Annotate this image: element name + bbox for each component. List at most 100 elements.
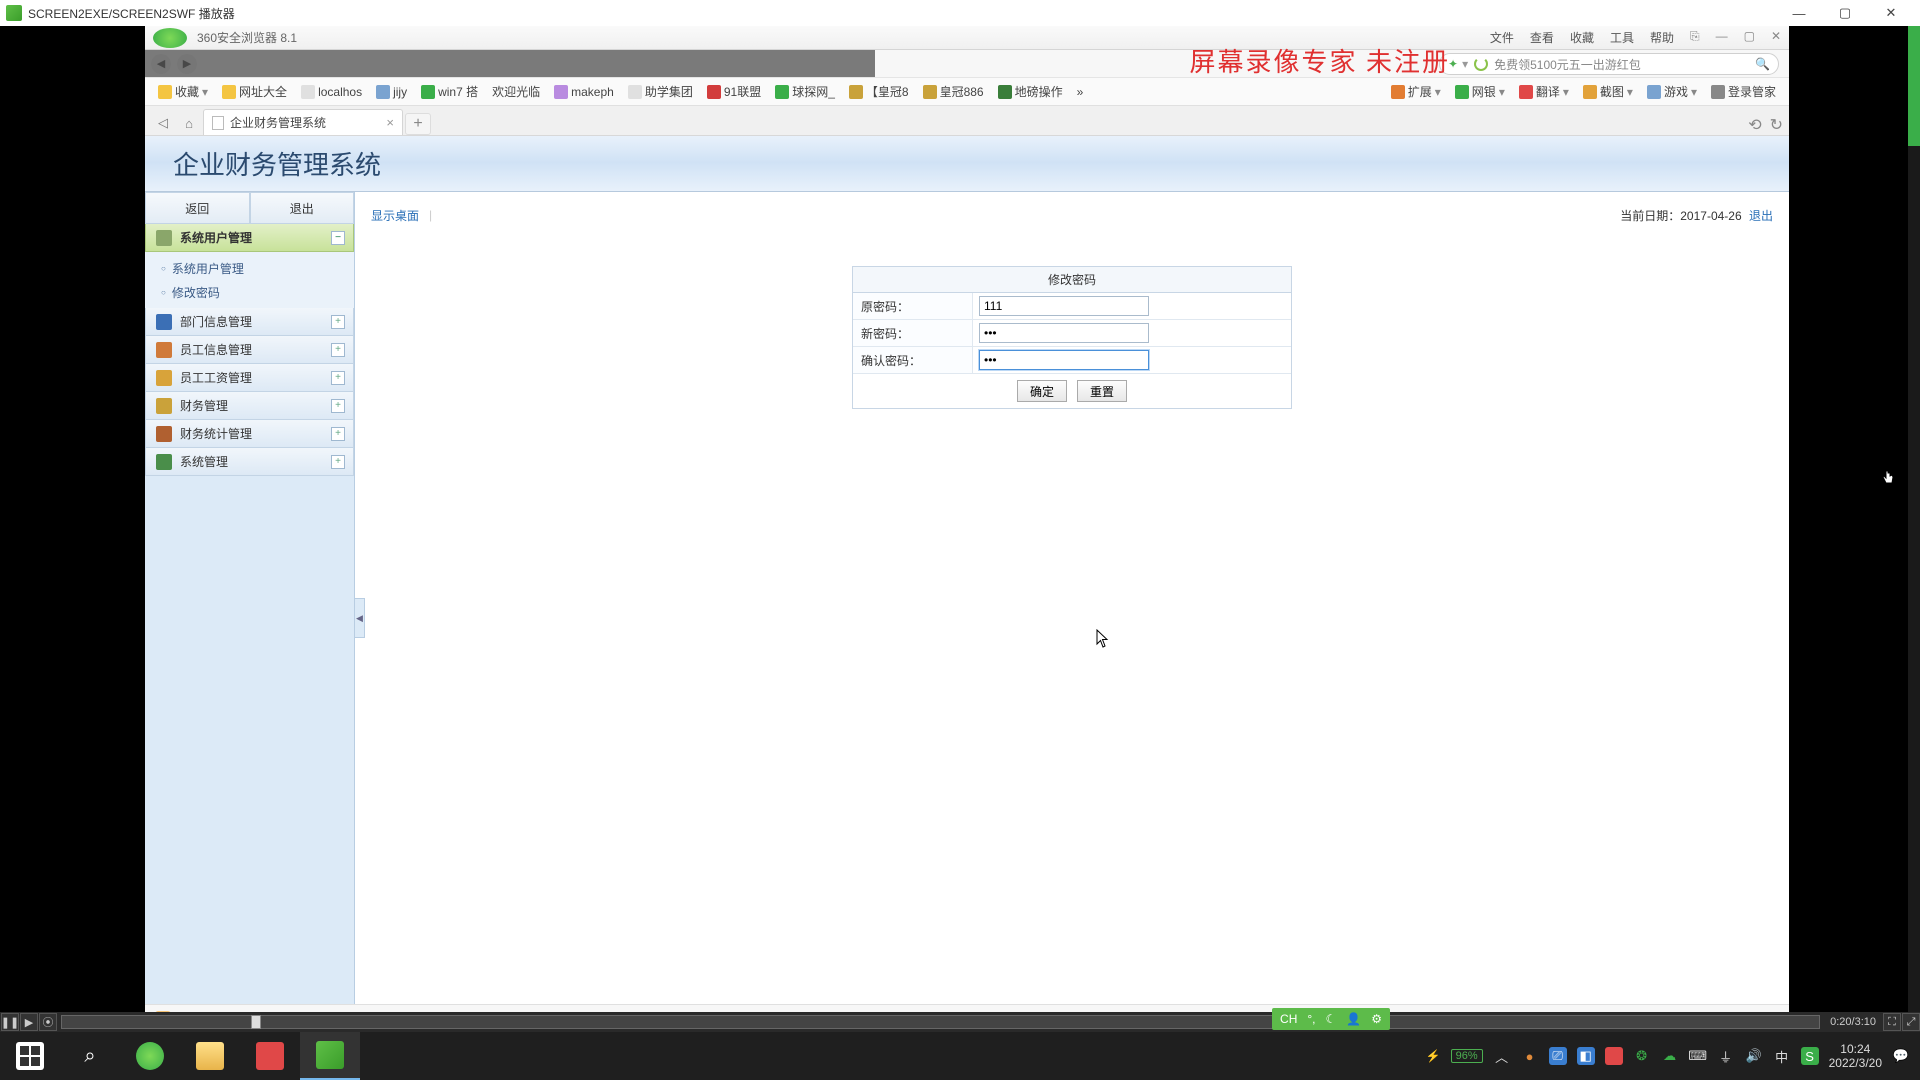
sidebar-collapse-handle[interactable]: ◀ [355,598,365,638]
sidebar-toggle-icon[interactable]: + [331,343,345,357]
bookmark-8[interactable]: 91联盟 [702,81,766,102]
reset-button[interactable]: 重置 [1077,380,1127,402]
tray-notifications-icon[interactable]: 💬 [1892,1047,1910,1065]
ime-user-icon[interactable]: 👤 [1346,1012,1361,1026]
old-password-input[interactable] [979,296,1149,316]
taskbar-screen2swf[interactable] [300,1032,360,1080]
tray-battery[interactable]: 96% [1451,1049,1483,1063]
browser-min-button[interactable]: — [1716,29,1728,46]
menu-tools[interactable]: 工具 [1610,29,1634,46]
bookmark-2[interactable]: localhos [296,83,367,101]
maximize-button[interactable]: ▢ [1822,0,1868,26]
nav-forward-button[interactable]: ▶ [177,54,197,74]
player-stop-button[interactable]: ▶ [20,1013,38,1031]
sidebar-sub-0-0[interactable]: 系统用户管理 [145,256,354,280]
player-seek-track[interactable] [61,1015,1820,1029]
minimize-button[interactable]: — [1776,0,1822,26]
tab-close-icon[interactable]: × [386,115,394,130]
player-seek-thumb[interactable] [251,1015,261,1029]
tray-sogou-icon[interactable]: S [1801,1047,1819,1065]
show-desktop-link[interactable]: 显示桌面 [371,207,419,224]
nav-back-button[interactable]: ◀ [151,54,171,74]
bookmark-0[interactable]: 收藏▾ [153,81,213,102]
bookmark-9[interactable]: 球探网_ [770,81,840,102]
tray-keyboard-icon[interactable]: ⌨ [1689,1047,1707,1065]
browser-skin-button[interactable]: ⎘ [1690,29,1700,46]
search-button[interactable]: ⌕ [60,1032,120,1080]
toolbar-2[interactable]: 翻译▾ [1514,81,1574,102]
bookmark-5[interactable]: 欢迎光临 [487,81,545,102]
confirm-password-input[interactable] [979,350,1149,370]
bookmark-7[interactable]: 助学集团 [623,81,698,102]
taskbar-browser[interactable] [120,1032,180,1080]
sidebar-cat-0[interactable]: 系统用户管理− [145,224,354,252]
refresh-icon[interactable] [1474,57,1488,71]
sidebar-cat-2[interactable]: 员工信息管理+ [145,336,354,364]
video-scrollbar-thumb[interactable] [1908,26,1920,146]
browser-max-button[interactable]: ▢ [1744,29,1755,46]
sidebar-toggle-icon[interactable]: + [331,315,345,329]
bookmark-10[interactable]: 【皇冠8 [844,81,914,102]
taskbar-app-red[interactable] [240,1032,300,1080]
tray-app2-icon[interactable]: ◧ [1577,1047,1595,1065]
tray-cloud-icon[interactable]: ☁ [1661,1047,1679,1065]
tray-volume-icon[interactable]: 🔊 [1745,1047,1763,1065]
menu-view[interactable]: 查看 [1530,29,1554,46]
video-scrollbar[interactable] [1908,26,1920,1032]
browser-tab[interactable]: 企业财务管理系统 × [203,109,403,135]
toolbar-3[interactable]: 截图▾ [1578,81,1638,102]
menu-file[interactable]: 文件 [1490,29,1514,46]
toolbar-0[interactable]: 扩展▾ [1386,81,1446,102]
bookmark-1[interactable]: 网址大全 [217,81,292,102]
bookmark-12[interactable]: 地磅操作 [993,81,1068,102]
sidebar-toggle-icon[interactable]: + [331,455,345,469]
tray-power-icon[interactable]: ⚡ [1426,1049,1441,1063]
tray-clock[interactable]: 10:24 2022/3/20 [1829,1042,1882,1071]
tab-prev-button[interactable]: ◁ [151,111,175,135]
sidebar-toggle-icon[interactable]: + [331,371,345,385]
tab-refresh-button[interactable]: ↻ [1770,115,1783,135]
close-button[interactable]: ✕ [1868,0,1914,26]
tray-app3-icon[interactable] [1605,1047,1623,1065]
bookmark-13[interactable]: » [1072,83,1089,101]
player-fit-button[interactable]: ⛶ [1883,1013,1901,1031]
taskbar-explorer[interactable] [180,1032,240,1080]
sidebar-toggle-icon[interactable]: + [331,427,345,441]
browser-search[interactable]: ✦ ▾ 免费领5100元五一出游红包 🔍 [1439,53,1779,75]
new-password-input[interactable] [979,323,1149,343]
ime-moon-icon[interactable]: ☾ [1326,1012,1337,1026]
tab-home-button[interactable]: ⌂ [177,111,201,135]
bookmark-4[interactable]: win7 搭 [416,81,483,102]
ime-punct-icon[interactable]: °, [1307,1012,1315,1026]
tray-ime-lang[interactable]: 中 [1773,1047,1791,1065]
tray-user-icon[interactable]: ● [1521,1047,1539,1065]
menu-help[interactable]: 帮助 [1650,29,1674,46]
tray-wifi-icon[interactable]: ⏚ [1717,1047,1735,1065]
player-pause-button[interactable]: ❚❚ [1,1013,19,1031]
tray-wechat-icon[interactable]: ❂ [1633,1047,1651,1065]
ime-badge[interactable]: CH °, ☾ 👤 ⚙ [1272,1008,1390,1030]
sidebar-sub-0-1[interactable]: 修改密码 [145,280,354,304]
start-button[interactable] [0,1032,60,1080]
sidebar-toggle-icon[interactable]: − [331,231,345,245]
tab-restore-button[interactable]: ⟲ [1748,115,1761,135]
sidebar-cat-5[interactable]: 财务统计管理+ [145,420,354,448]
submit-button[interactable]: 确定 [1017,380,1067,402]
dropdown-icon[interactable]: ▾ [1462,57,1468,71]
tray-app1-icon[interactable]: ⎚ [1549,1047,1567,1065]
search-icon[interactable]: 🔍 [1755,57,1770,71]
logout-link[interactable]: 退出 [1749,209,1773,223]
tray-chevron-up-icon[interactable]: ︿ [1493,1047,1511,1065]
bookmark-11[interactable]: 皇冠886 [918,81,989,102]
sidebar-cat-6[interactable]: 系统管理+ [145,448,354,476]
player-fullscreen-button[interactable]: ⤢ [1902,1013,1920,1031]
toolbar-5[interactable]: 登录管家 [1706,81,1781,102]
sidebar-cat-1[interactable]: 部门信息管理+ [145,308,354,336]
ime-gear-icon[interactable]: ⚙ [1371,1012,1382,1026]
new-tab-button[interactable]: + [405,113,431,135]
toolbar-4[interactable]: 游戏▾ [1642,81,1702,102]
sidebar-cat-4[interactable]: 财务管理+ [145,392,354,420]
bookmark-3[interactable]: jijy [371,83,412,101]
sidebar-cat-3[interactable]: 员工工资管理+ [145,364,354,392]
toolbar-1[interactable]: 网银▾ [1450,81,1510,102]
